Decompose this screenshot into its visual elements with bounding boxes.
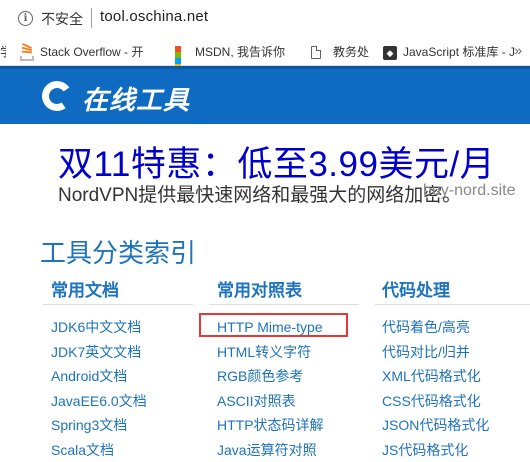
list-item[interactable]: 代码对比/归并 [382,340,489,365]
bookmark-label: 教务处 [333,45,369,59]
list-item[interactable]: JavaEE6.0文档 [51,389,147,414]
list-item[interactable]: RGB颜色参考 [217,364,324,389]
list-item[interactable]: Java运算符对照 [217,438,324,462]
code-list: 代码着色/高亮 代码对比/归并 XML代码格式化 CSS代码格式化 JSON代码… [382,315,489,462]
highlight-box [199,313,348,337]
ad-description: NordVPN提供最快速网络和最强大的网络加密。 [58,180,461,207]
bookmarks-bar: 学 Stack Overflow - 开 MSDN, 我告诉你 教务处 ◆ Jav… [0,38,530,66]
list-item[interactable]: HTML转义字符 [217,340,324,365]
column-heading-reference[interactable]: 常用对照表 [217,276,302,301]
bookmark-label: Stack Overflow - 开 [40,45,143,59]
bookmark-stackoverflow[interactable]: Stack Overflow - 开 [20,43,143,61]
document-icon [311,46,321,59]
column-divider [43,304,193,305]
docs-list: JDK6中文文档 JDK7英文文档 Android文档 JavaEE6.0文档 … [51,315,147,462]
list-item[interactable]: Spring3文档 [51,413,147,438]
bookmark-msdn[interactable]: MSDN, 我告诉你 [175,43,285,61]
bookmark-clipped[interactable]: 学 [0,43,6,61]
list-item[interactable]: JDK6中文文档 [51,315,147,340]
security-status[interactable]: 不安全 [41,9,83,29]
javascript-icon: ◆ [383,46,397,60]
address-divider [91,8,92,28]
address-bar[interactable]: i 不安全 tool.oschina.net [0,0,530,38]
site-header: 在线工具 [0,66,530,124]
column-heading-code[interactable]: 代码处理 [382,276,450,301]
bookmark-jiaowuchu[interactable]: 教务处 [311,43,369,61]
url-text[interactable]: tool.oschina.net [100,8,208,25]
list-item[interactable]: Scala文档 [51,438,147,462]
bookmark-javascript[interactable]: ◆ JavaScript 标准库 - J [383,43,523,61]
logo-text[interactable]: 在线工具 [82,80,190,117]
ad-url[interactable]: buy-nord.site [423,182,516,200]
list-item[interactable]: Android文档 [51,364,147,389]
list-item[interactable]: JDK7英文文档 [51,340,147,365]
column-divider [209,304,359,305]
list-item[interactable]: XML代码格式化 [382,364,489,389]
more-bookmarks-icon[interactable]: » [514,42,522,58]
list-item[interactable]: HTTP状态码详解 [217,413,324,438]
column-heading-docs[interactable]: 常用文档 [51,276,119,301]
info-icon[interactable]: i [18,11,33,26]
list-item[interactable]: JSON代码格式化 [382,413,489,438]
msdn-icon [175,46,189,60]
stackoverflow-icon [20,45,34,61]
section-title: 工具分类索引 [40,233,196,270]
bookmark-label: MSDN, 我告诉你 [195,45,285,59]
list-item[interactable]: JS代码格式化 [382,438,489,462]
column-divider [375,304,530,305]
list-item[interactable]: 代码着色/高亮 [382,315,489,340]
list-item[interactable]: CSS代码格式化 [382,389,489,414]
logo-icon[interactable] [40,79,75,114]
bookmark-label: JavaScript 标准库 - J [403,45,515,59]
list-item[interactable]: ASCII对照表 [217,389,324,414]
reference-list: HTTP Mime-type HTML转义字符 RGB颜色参考 ASCII对照表… [217,315,324,462]
